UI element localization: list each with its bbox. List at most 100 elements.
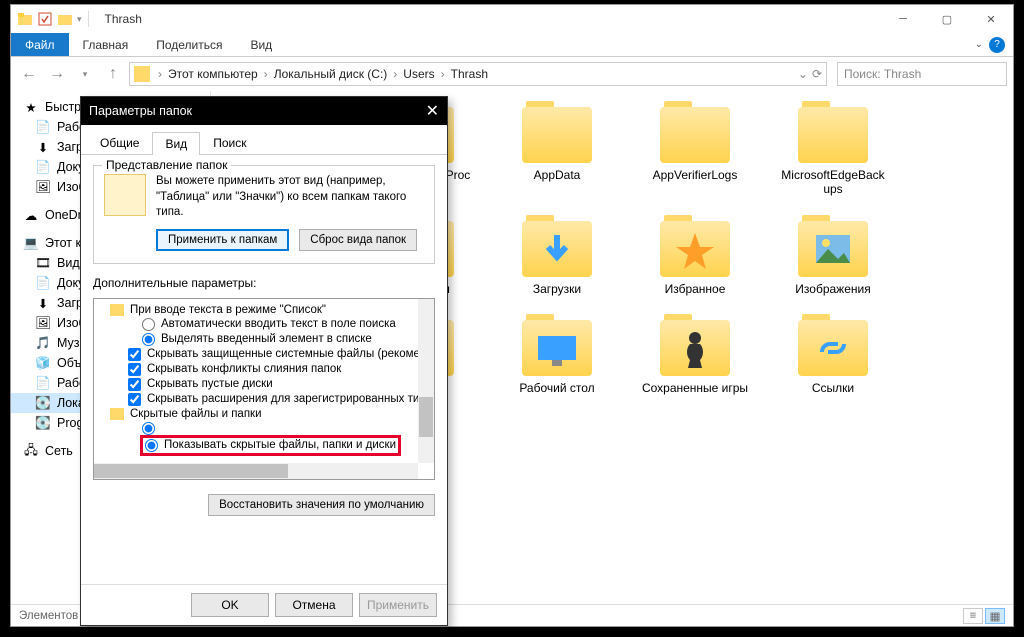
advanced-setting-row[interactable]: Автоматически вводить текст в поле поиск…	[98, 317, 432, 332]
ribbon: Файл Главная Поделиться Вид ⌄ ?	[11, 33, 1013, 57]
folder-label: Рабочий стол	[519, 382, 594, 396]
folder-item[interactable]: Ссылки	[779, 320, 887, 410]
folder-item[interactable]: MicrosoftEdgeBackups	[779, 107, 887, 197]
folder-item[interactable]: Рабочий стол	[503, 320, 611, 410]
apply-button[interactable]: Применить	[359, 593, 437, 617]
dialog-title: Параметры папок	[89, 104, 192, 118]
ok-button[interactable]: OK	[191, 593, 269, 617]
folder-views-groupbox: Представление папок Вы можете применить …	[93, 165, 435, 264]
ribbon-file-tab[interactable]: Файл	[11, 33, 69, 56]
folder-item[interactable]: AppVerifierLogs	[641, 107, 749, 197]
folder-views-icon	[104, 174, 146, 216]
checkbox[interactable]	[128, 378, 141, 391]
checkbox[interactable]	[128, 363, 141, 376]
folder-options-dialog: Параметры папок ✕ Общие Вид Поиск Предст…	[80, 96, 448, 626]
refresh-icon[interactable]: ⟳	[812, 67, 822, 81]
folder-icon	[798, 107, 868, 163]
folder-item[interactable]: AppData	[503, 107, 611, 197]
dialog-tab-general[interactable]: Общие	[87, 131, 152, 154]
nav-row: ← → ▾ ↑ › Этот компьютер› Локальный диск…	[11, 57, 1013, 91]
maximize-button[interactable]: ▢	[925, 5, 969, 33]
breadcrumb[interactable]: Users	[399, 67, 438, 81]
reset-folders-button[interactable]: Сброс вида папок	[299, 229, 417, 251]
folder-label: Загрузки	[533, 283, 581, 297]
advanced-settings-list[interactable]: При вводе текста в режиме "Список"Автома…	[93, 298, 435, 480]
cancel-button[interactable]: Отмена	[275, 593, 353, 617]
ribbon-tab-view[interactable]: Вид	[236, 33, 286, 56]
folder-icon	[660, 107, 730, 163]
advanced-setting-row[interactable]: Не показывать скрытые файлы, папки и дис…	[98, 421, 432, 436]
folder-item[interactable]: Сохраненные игры	[641, 320, 749, 410]
star-icon: ★	[23, 99, 39, 115]
ribbon-tab-home[interactable]: Главная	[69, 33, 143, 56]
folder-icon	[110, 408, 124, 420]
checkbox[interactable]	[128, 393, 141, 406]
advanced-setting-row[interactable]: Скрывать защищенные системные файлы (рек…	[98, 347, 432, 362]
folder-label: MicrosoftEdgeBackups	[779, 169, 887, 197]
window-title: Thrash	[105, 12, 142, 26]
qat-overflow[interactable]: ▾	[77, 14, 82, 25]
radio[interactable]	[142, 318, 155, 331]
apply-to-folders-button[interactable]: Применить к папкам	[156, 229, 289, 251]
folder-item[interactable]: Загрузки	[503, 221, 611, 297]
dialog-tabs: Общие Вид Поиск	[81, 125, 447, 155]
scrollbar-horizontal[interactable]	[94, 463, 418, 479]
properties-icon[interactable]	[37, 11, 53, 27]
view-icons-button[interactable]: ▦	[985, 608, 1005, 624]
help-icon[interactable]: ?	[989, 37, 1005, 53]
nav-forward[interactable]: →	[45, 62, 69, 86]
radio[interactable]	[145, 439, 158, 452]
folder-icon	[522, 320, 592, 376]
folder-icon	[522, 221, 592, 277]
minimize-button[interactable]: ─	[881, 5, 925, 33]
folder-small-icon	[57, 11, 73, 27]
nav-up[interactable]: ↑	[101, 62, 125, 86]
quick-access-toolbar: ▾	[11, 11, 97, 27]
dialog-titlebar: Параметры папок ✕	[81, 97, 447, 125]
checkbox[interactable]	[128, 348, 141, 361]
folder-label: AppData	[534, 169, 581, 183]
ribbon-collapse-icon[interactable]: ⌄	[975, 39, 983, 50]
folder-icon	[17, 11, 33, 27]
advanced-setting-row[interactable]: Скрывать пустые диски	[98, 377, 432, 392]
dialog-close-icon[interactable]: ✕	[426, 101, 439, 121]
advanced-setting-row[interactable]: Выделять введенный элемент в списке	[98, 332, 432, 347]
folder-icon	[522, 107, 592, 163]
restore-defaults-button[interactable]: Восстановить значения по умолчанию	[208, 494, 435, 516]
status-text: Элементов	[19, 610, 78, 622]
advanced-setting-row[interactable]: При вводе текста в режиме "Список"	[98, 303, 432, 317]
addr-folder-icon	[134, 66, 150, 82]
folder-item[interactable]: Избранное	[641, 221, 749, 297]
folder-icon	[798, 320, 868, 376]
scrollbar-vertical[interactable]	[418, 299, 434, 463]
dialog-tab-search[interactable]: Поиск	[200, 131, 259, 154]
close-button[interactable]: ✕	[969, 5, 1013, 33]
breadcrumb[interactable]: Локальный диск (C:)	[270, 67, 392, 81]
groupbox-text: Вы можете применить этот вид (например, …	[156, 174, 424, 221]
nav-back[interactable]: ←	[17, 62, 41, 86]
address-bar[interactable]: › Этот компьютер› Локальный диск (C:)› U…	[129, 62, 827, 86]
folder-label: Сохраненные игры	[642, 382, 748, 396]
advanced-setting-row[interactable]: Показывать скрытые файлы, папки и диски	[98, 436, 432, 455]
advanced-setting-row[interactable]: Скрытые файлы и папки	[98, 407, 432, 421]
dialog-footer: OK Отмена Применить	[81, 584, 447, 625]
folder-item[interactable]: Изображения	[779, 221, 887, 297]
radio[interactable]	[142, 333, 155, 346]
nav-recent[interactable]: ▾	[73, 62, 97, 86]
search-input[interactable]: Поиск: Thrash	[837, 62, 1007, 86]
breadcrumb[interactable]: Этот компьютер	[164, 67, 262, 81]
folder-label: AppVerifierLogs	[653, 169, 738, 183]
folder-label: Избранное	[665, 283, 726, 297]
folder-label: Ссылки	[812, 382, 854, 396]
ribbon-tab-share[interactable]: Поделиться	[142, 33, 236, 56]
advanced-setting-row[interactable]: Скрывать расширения для зарегистрированн…	[98, 392, 432, 407]
radio[interactable]	[142, 422, 155, 435]
dialog-tab-view[interactable]: Вид	[152, 132, 200, 155]
advanced-setting-row[interactable]: Скрывать конфликты слияния папок	[98, 362, 432, 377]
advanced-label: Дополнительные параметры:	[93, 276, 435, 290]
groupbox-legend: Представление папок	[102, 158, 231, 172]
addr-dropdown-icon[interactable]: ⌄	[798, 67, 808, 81]
breadcrumb[interactable]: Thrash	[447, 67, 492, 81]
folder-label: Изображения	[795, 283, 870, 297]
view-details-button[interactable]: ≡	[963, 608, 983, 624]
